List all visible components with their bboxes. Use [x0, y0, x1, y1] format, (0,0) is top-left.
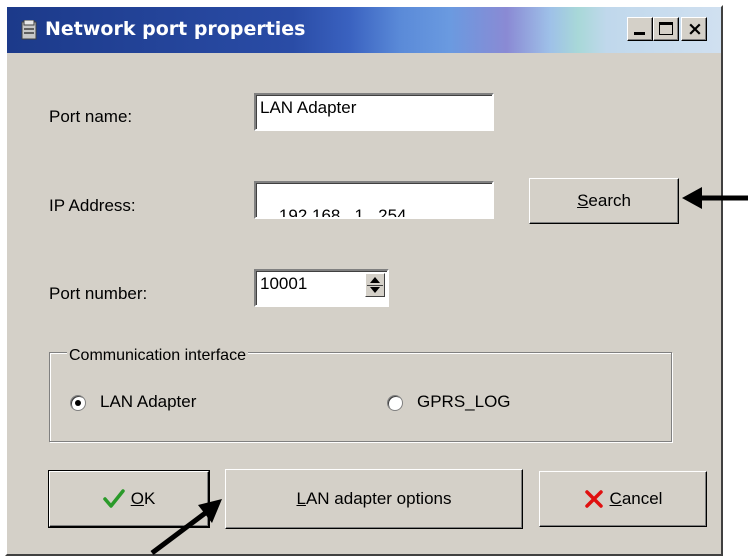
spin-up-icon[interactable]	[370, 277, 380, 283]
ip-address-label: IP Address:	[49, 196, 136, 215]
cancel-button[interactable]: Cancel	[539, 471, 707, 527]
communication-interface-label: Communication interface	[67, 347, 248, 365]
port-number-value: 10001	[260, 274, 308, 293]
checkmark-icon	[102, 489, 125, 508]
port-name-input[interactable]: LAN Adapter	[254, 93, 494, 131]
spin-down-icon[interactable]	[370, 287, 380, 293]
search-button-label: earch	[588, 191, 631, 210]
lan-options-accel: L	[296, 489, 306, 508]
cancel-button-label: ancel	[621, 489, 663, 508]
cancel-x-icon	[584, 490, 603, 508]
title-bar[interactable]: Network port properties ×	[7, 7, 721, 53]
lan-options-label: AN adapter options	[305, 489, 452, 508]
maximize-icon	[659, 22, 673, 35]
spin-buttons[interactable]	[365, 273, 385, 297]
search-button[interactable]: Search	[529, 178, 679, 224]
radio-lan-adapter[interactable]	[70, 395, 86, 411]
ip-address-value: 192.168. 1 .254	[278, 206, 407, 219]
search-button-accel: S	[577, 191, 589, 210]
radio-gprs-log-label[interactable]: GPRS_LOG	[417, 392, 511, 412]
network-port-properties-dialog: Network port properties × Port name: LAN…	[5, 5, 723, 556]
port-name-value: LAN Adapter	[260, 98, 357, 117]
minimize-icon	[634, 32, 645, 35]
radio-gprs-log[interactable]	[387, 395, 403, 411]
minimize-button[interactable]	[627, 17, 653, 41]
app-icon	[21, 20, 37, 40]
close-button[interactable]: ×	[681, 17, 707, 41]
cancel-button-accel: C	[609, 489, 622, 508]
port-name-label: Port name:	[49, 107, 133, 126]
pointer-arrow-icon	[150, 499, 222, 555]
maximize-button[interactable]	[653, 17, 679, 41]
close-icon: ×	[687, 18, 703, 40]
port-number-stepper[interactable]: 10001	[254, 269, 389, 307]
ok-button-accel: O	[130, 489, 144, 508]
lan-adapter-options-button[interactable]: L AN adapter options	[225, 469, 523, 529]
port-number-label: Port number:	[49, 284, 148, 303]
ip-address-input[interactable]: 192.168. 1 .254	[254, 181, 494, 219]
window-title: Network port properties	[45, 18, 306, 40]
pointer-arrow-icon	[682, 187, 748, 209]
radio-lan-adapter-label[interactable]: LAN Adapter	[100, 392, 196, 412]
